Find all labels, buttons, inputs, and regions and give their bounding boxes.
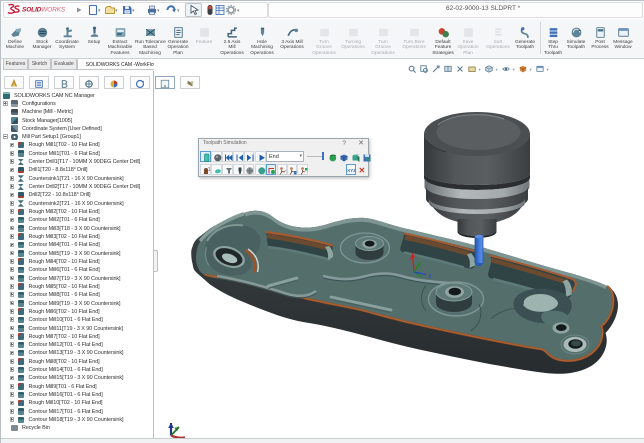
svg-text:1: 1 <box>207 167 210 173</box>
svg-text:SOLIDWORKS: SOLIDWORKS <box>22 7 66 14</box>
svg-text:X: X <box>428 274 432 280</box>
